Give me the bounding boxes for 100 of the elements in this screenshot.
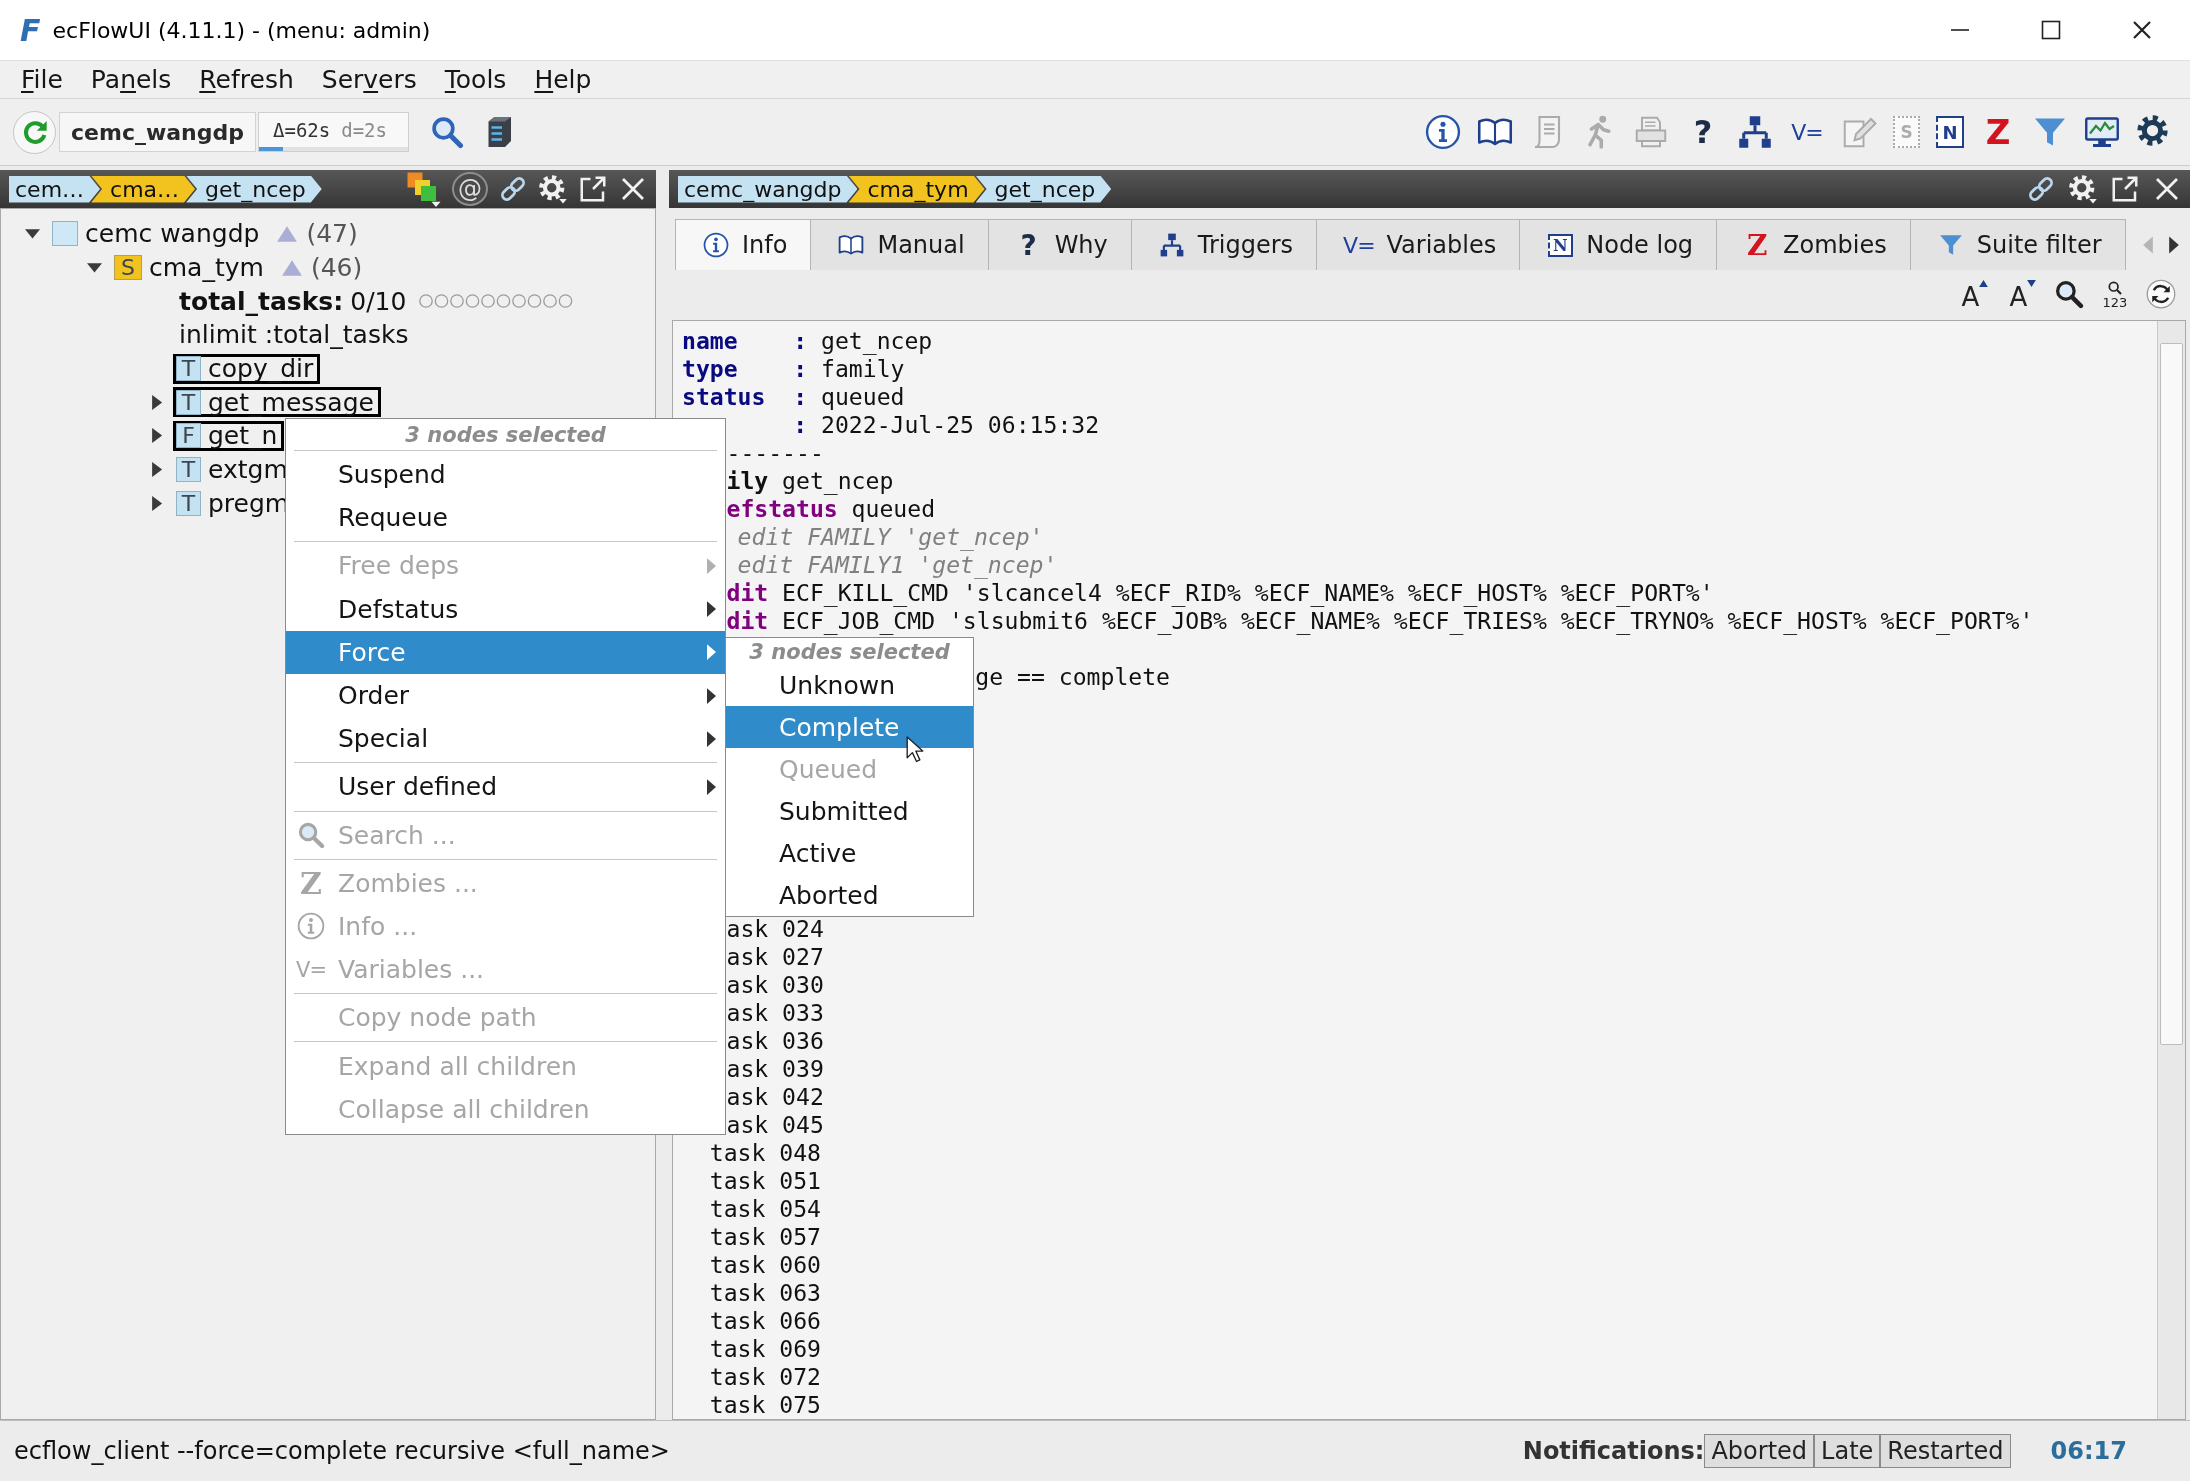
- code-line: ask 033: [726, 999, 824, 1027]
- z-symbol: Z: [300, 865, 322, 901]
- server-button[interactable]: cemc_wangdp: [59, 112, 256, 152]
- code-line: edit FAMILY1 'get_ncep': [737, 551, 1058, 579]
- code-line: efstatus queued: [726, 495, 936, 523]
- node-type-tag: T: [176, 389, 201, 415]
- hierarchy-icon[interactable]: [1737, 114, 1773, 150]
- menu-item[interactable]: Special: [286, 717, 725, 761]
- notification-button[interactable]: Late: [1814, 1434, 1881, 1468]
- link-icon[interactable]: [498, 174, 528, 204]
- code-line: ask 036: [726, 1027, 824, 1055]
- tree-item[interactable]: F get_n: [173, 420, 285, 451]
- search-icon[interactable]: [2054, 279, 2084, 309]
- menu-item[interactable]: User defined: [286, 765, 725, 809]
- z-symbol: Z: [1746, 228, 1768, 262]
- code-line: task 060: [709, 1251, 822, 1279]
- menu-bar-item[interactable]: File: [7, 65, 77, 94]
- node-type-tag: S: [114, 255, 142, 281]
- limit-slots-icon: [418, 293, 575, 310]
- line-number-button[interactable]: 123: [2098, 276, 2132, 312]
- triangle-icon: [276, 224, 299, 243]
- breadcrumb[interactable]: cma…: [91, 175, 196, 203]
- tab[interactable]: Z Zombies: [1716, 219, 1911, 270]
- menu-item[interactable]: Active: [726, 832, 973, 874]
- code-line: task 069: [709, 1335, 822, 1363]
- triangle-up-icon: [1979, 280, 1989, 287]
- scroll-right-icon[interactable]: [2168, 234, 2180, 255]
- code-line: task 066: [709, 1307, 822, 1335]
- menu-bar-item[interactable]: Refresh: [185, 65, 308, 94]
- menu-item[interactable]: Order: [286, 673, 725, 718]
- info-icon[interactable]: [1425, 114, 1461, 150]
- tab[interactable]: V= Variables: [1316, 219, 1521, 270]
- notifications-label: Notifications:: [1522, 1437, 1705, 1465]
- menu-bar-item[interactable]: Servers: [307, 65, 431, 94]
- reload-icon[interactable]: [2146, 279, 2176, 309]
- font-increase-button[interactable]: A: [1958, 276, 1992, 312]
- tab[interactable]: Manual: [810, 219, 989, 270]
- settings-icon[interactable]: [538, 174, 568, 204]
- info-icon: [703, 232, 729, 258]
- zombies-button[interactable]: Z: [1980, 114, 2016, 150]
- popout-icon[interactable]: [2110, 174, 2140, 204]
- tab[interactable]: N Node log: [1519, 219, 1718, 270]
- settings-icon[interactable]: [2068, 174, 2098, 204]
- code-line: task 048: [709, 1139, 822, 1167]
- code-line: task 051: [709, 1167, 822, 1195]
- font-decrease-button[interactable]: A: [2006, 276, 2040, 312]
- tab[interactable]: Info: [675, 219, 812, 270]
- breadcrumb[interactable]: get_ncep: [186, 175, 322, 203]
- refresh-button[interactable]: [13, 110, 56, 154]
- menu-bar-item[interactable]: Panels: [76, 65, 186, 94]
- code-line: task 075: [709, 1391, 822, 1419]
- v-equals-symbol: V=: [296, 957, 326, 982]
- info-icon: [297, 912, 325, 941]
- why-button[interactable]: ?: [1685, 114, 1721, 150]
- search-icon: [2107, 279, 2123, 296]
- code-line: ask 045: [726, 1111, 824, 1139]
- vertical-scrollbar[interactable]: [2157, 321, 2185, 1419]
- n-log-symbol: N: [1547, 233, 1573, 257]
- search-icon: [297, 821, 325, 850]
- variables-button[interactable]: V=: [1789, 114, 1825, 150]
- breadcrumb[interactable]: get_ncep: [975, 175, 1112, 203]
- node-type-tag: T: [176, 457, 201, 483]
- menu-item[interactable]: Requeue: [286, 496, 725, 540]
- code-line: ask 024: [726, 915, 824, 943]
- tree-item[interactable]: T get_message: [173, 387, 381, 418]
- limit-name: total_tasks:: [178, 285, 345, 318]
- notification-button[interactable]: Aborted: [1704, 1434, 1815, 1468]
- inlimit-text: inlimit :total_tasks: [178, 319, 410, 352]
- breadcrumb[interactable]: cemc_wangdp: [678, 175, 858, 203]
- menu-item[interactable]: Submitted: [726, 790, 973, 832]
- menu-item[interactable]: Unknown: [726, 664, 973, 706]
- menu-bar-item[interactable]: Tools: [430, 65, 521, 94]
- menu-item[interactable]: Defstatus: [286, 587, 725, 631]
- tab[interactable]: ? Why: [987, 219, 1132, 270]
- triangle-down-icon: [2027, 280, 2037, 287]
- menu-item[interactable]: Complete: [726, 706, 973, 748]
- menu-header: 3 nodes selected: [404, 422, 607, 448]
- breadcrumb[interactable]: cma_tym: [848, 175, 985, 203]
- code-line: ily get_ncep: [726, 467, 894, 495]
- code-line: ask 027: [726, 943, 824, 971]
- tab[interactable]: Triggers: [1130, 219, 1318, 270]
- node-log-button[interactable]: N: [1936, 116, 1964, 148]
- tab[interactable]: Suite filter: [1909, 219, 2126, 270]
- link-icon[interactable]: [2026, 174, 2056, 204]
- tree-item[interactable]: T copy_dir: [173, 353, 321, 384]
- notification-button[interactable]: Restarted: [1880, 1434, 2011, 1468]
- code-line: ask 030: [726, 971, 824, 999]
- monitor-chart-icon[interactable]: [2084, 114, 2120, 150]
- code-line: type : family: [682, 355, 905, 383]
- menu-item[interactable]: Aborted: [726, 874, 973, 916]
- menu-bar-item[interactable]: Help: [520, 65, 606, 94]
- attribute-filter-button[interactable]: @: [452, 172, 488, 206]
- menu-item[interactable]: Force: [286, 630, 725, 674]
- mouse-pointer-icon: [906, 736, 925, 763]
- tree-item[interactable]: S cma_tym: [111, 252, 271, 283]
- drift-text: d=2s: [341, 119, 387, 141]
- tree-item[interactable]: cemc wangdp: [49, 218, 267, 249]
- code-line: dit ECF_JOB_CMD 'slsubmit6 %ECF_JOB% %ECF_NAME% %ECF_TRIES% %ECF_TRYNO% %ECF_HOST% %ECF_PORT%': [726, 607, 2034, 635]
- colored-squares-icon[interactable]: [406, 171, 442, 207]
- popout-icon[interactable]: [578, 174, 608, 204]
